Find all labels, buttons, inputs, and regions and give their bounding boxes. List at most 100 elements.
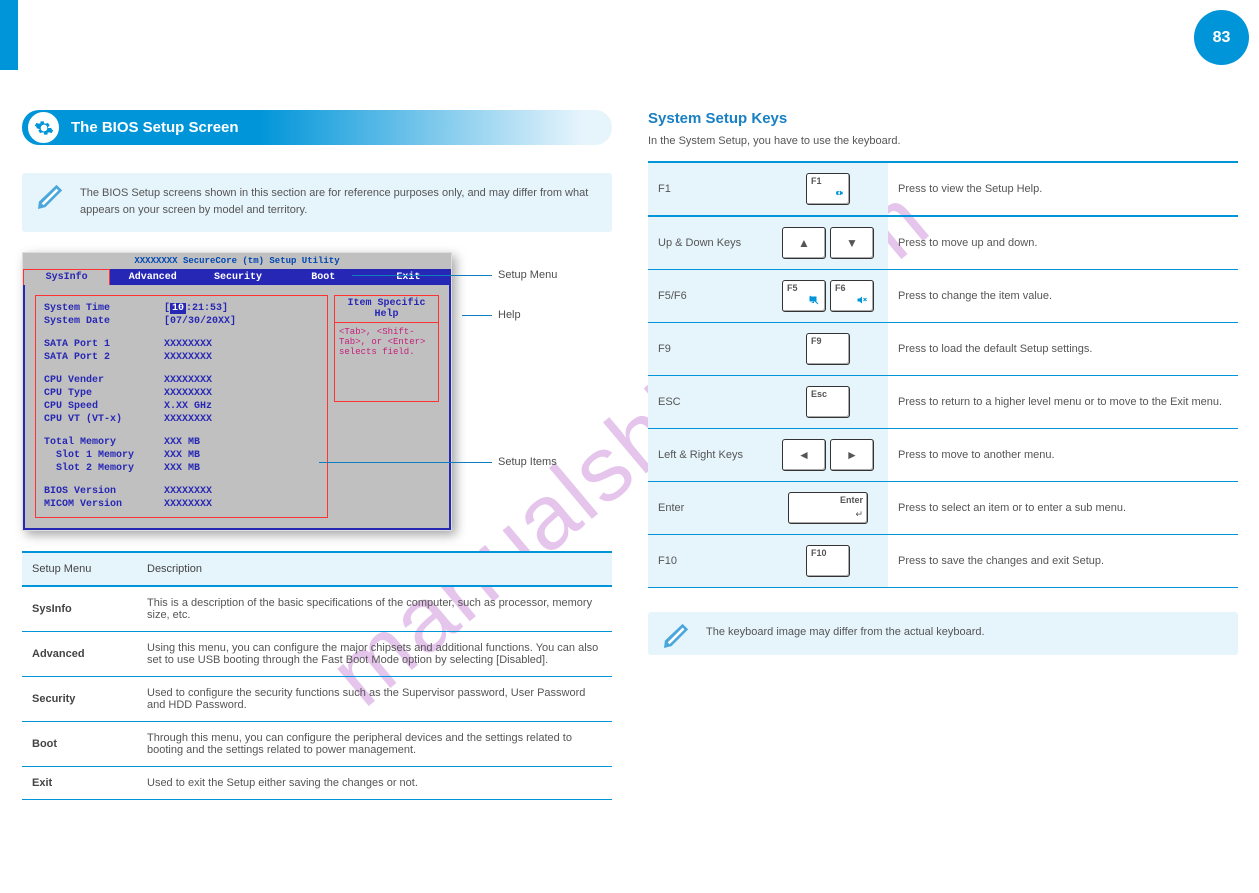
bios-key: SATA Port 1 <box>44 338 164 351</box>
bios-row: BIOS VersionXXXXXXXX <box>44 485 319 498</box>
bios-tabs: SysInfoAdvancedSecurityBootExit <box>23 269 451 285</box>
key-f5: F5 <box>782 280 826 312</box>
menu-desc: Through this menu, you can configure the… <box>137 722 612 767</box>
bios-row: Slot 1 MemoryXXX MB <box>44 449 319 462</box>
bios-key: SATA Port 2 <box>44 351 164 364</box>
bios-title: XXXXXXXX SecureCore (tm) Setup Utility <box>23 253 451 269</box>
bios-row: CPU VT (VT-x)XXXXXXXX <box>44 413 319 426</box>
note-text-2: The keyboard image may differ from the a… <box>706 626 985 638</box>
key-label: F9 <box>648 323 768 376</box>
table-row: ExitUsed to exit the Setup either saving… <box>22 767 612 800</box>
bios-row: CPU SpeedX.XX GHz <box>44 400 319 413</box>
bios-row: CPU TypeXXXXXXXX <box>44 387 319 400</box>
key-visual: F9 <box>768 323 888 376</box>
bios-row: CPU VenderXXXXXXXX <box>44 374 319 387</box>
bios-value: XXX MB <box>164 462 200 475</box>
key-esc: Esc <box>806 386 850 418</box>
bios-value: XXX MB <box>164 449 200 462</box>
bios-tab-boot: Boot <box>281 270 366 284</box>
table-row: SysInfoThis is a description of the basi… <box>22 586 612 632</box>
menu-name: SysInfo <box>22 586 137 632</box>
col-desc: Description <box>137 552 612 586</box>
key-label: F5/F6 <box>648 270 768 323</box>
key-visual: F1 <box>768 162 888 216</box>
col-menu: Setup Menu <box>22 552 137 586</box>
callout-line <box>352 275 492 276</box>
bios-key: Slot 1 Memory <box>44 449 164 462</box>
key-f10: F10 <box>806 545 850 577</box>
bios-key: CPU Type <box>44 387 164 400</box>
table-row: AdvancedUsing this menu, you can configu… <box>22 632 612 677</box>
callout-setup-menu: Setup Menu <box>498 269 557 281</box>
key-desc: Press to view the Setup Help. <box>888 162 1238 216</box>
bios-value: XXXXXXXX <box>164 498 212 511</box>
note-icon <box>662 622 692 654</box>
key-desc: Press to move to another menu. <box>888 429 1238 482</box>
left-column: The BIOS Setup Screen The BIOS Setup scr… <box>22 110 612 800</box>
key-visual: F5F6 <box>768 270 888 323</box>
key-label: ESC <box>648 376 768 429</box>
bios-key: Total Memory <box>44 436 164 449</box>
key-f6: F6 <box>830 280 874 312</box>
bios-help-title: Item Specific Help <box>334 295 439 323</box>
bios-row: SATA Port 1XXXXXXXX <box>44 338 319 351</box>
bios-value: [07/30/20XX] <box>164 315 236 328</box>
menu-name: Advanced <box>22 632 137 677</box>
bios-row: System Time[10:21:53] <box>44 302 319 315</box>
bios-row: Slot 2 MemoryXXX MB <box>44 462 319 475</box>
key-desc: Press to change the item value. <box>888 270 1238 323</box>
key-label: F10 <box>648 535 768 588</box>
key-visual: Esc <box>768 376 888 429</box>
keys-row: F10F10Press to save the changes and exit… <box>648 535 1238 588</box>
menu-desc: Used to exit the Setup either saving the… <box>137 767 612 800</box>
menu-desc: Using this menu, you can configure the m… <box>137 632 612 677</box>
bios-key: Slot 2 Memory <box>44 462 164 475</box>
key-desc: Press to load the default Setup settings… <box>888 323 1238 376</box>
keys-row: Left & Right Keys◄►Press to move to anot… <box>648 429 1238 482</box>
right-column: System Setup Keys In the System Setup, y… <box>648 110 1238 675</box>
key-visual: Enter↵ <box>768 482 888 535</box>
note-text-1: The BIOS Setup screens shown in this sec… <box>80 187 588 216</box>
page-number-badge: 83 <box>1194 10 1249 65</box>
key-f1: F1 <box>806 173 850 205</box>
key-visual: ◄► <box>768 429 888 482</box>
bios-value: XXXXXXXX <box>164 387 212 400</box>
right-heading: System Setup Keys <box>648 110 1238 127</box>
bios-value: X.XX GHz <box>164 400 212 413</box>
bios-key: CPU Vender <box>44 374 164 387</box>
setup-menus-table: Setup Menu Description SysInfoThis is a … <box>22 551 612 800</box>
section-header: The BIOS Setup Screen <box>22 110 612 145</box>
bios-value: XXXXXXXX <box>164 413 212 426</box>
bios-key: System Date <box>44 315 164 328</box>
key-desc: Press to return to a higher level menu o… <box>888 376 1238 429</box>
callout-line <box>319 462 492 463</box>
bios-tab-exit: Exit <box>366 270 451 284</box>
keys-row: F9F9Press to load the default Setup sett… <box>648 323 1238 376</box>
key-desc: Press to move up and down. <box>888 216 1238 270</box>
page-number: 83 <box>1213 29 1231 47</box>
bios-row: MICOM VersionXXXXXXXX <box>44 498 319 511</box>
key-up: ▲ <box>782 227 826 259</box>
key-label: Up & Down Keys <box>648 216 768 270</box>
note-icon <box>36 183 66 215</box>
bios-tab-sysinfo: SysInfo <box>23 269 110 285</box>
bios-value: XXXXXXXX <box>164 338 212 351</box>
table-row: BootThrough this menu, you can configure… <box>22 722 612 767</box>
bios-value: XXXXXXXX <box>164 351 212 364</box>
bios-row: SATA Port 2XXXXXXXX <box>44 351 319 364</box>
bios-value: XXXXXXXX <box>164 374 212 387</box>
bios-screenshot: XXXXXXXX SecureCore (tm) Setup Utility S… <box>22 252 452 531</box>
menu-desc: This is a description of the basic speci… <box>137 586 612 632</box>
bios-key: BIOS Version <box>44 485 164 498</box>
menu-name: Security <box>22 677 137 722</box>
bios-help-body: <Tab>, <Shift-Tab>, or <Enter> selects f… <box>334 323 439 402</box>
top-left-bar <box>0 0 18 70</box>
key-down: ▼ <box>830 227 874 259</box>
bios-key: CPU VT (VT-x) <box>44 413 164 426</box>
menu-name: Exit <box>22 767 137 800</box>
menu-name: Boot <box>22 722 137 767</box>
table-header: Setup Menu Description <box>22 552 612 586</box>
key-enter: Enter↵ <box>788 492 868 524</box>
keys-row: F5/F6F5F6Press to change the item value. <box>648 270 1238 323</box>
keys-row: EnterEnter↵Press to select an item or to… <box>648 482 1238 535</box>
